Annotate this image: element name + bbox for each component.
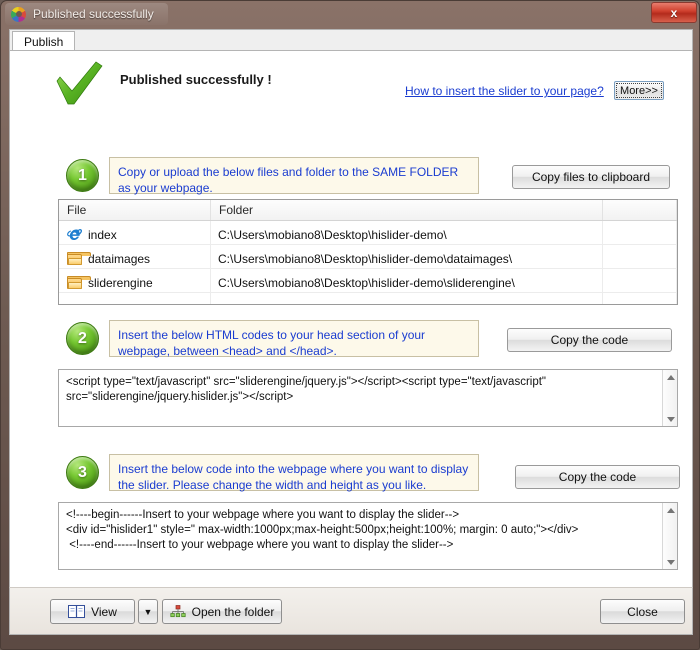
scroll-down-icon[interactable] bbox=[663, 412, 678, 426]
cell-file: dataimages bbox=[59, 245, 211, 268]
cell-extra bbox=[603, 221, 677, 244]
book-icon bbox=[68, 605, 86, 618]
scroll-up-icon[interactable] bbox=[663, 370, 678, 384]
copy-head-code-button[interactable]: Copy the code bbox=[507, 328, 672, 352]
cell-folder: C:\Users\mobiano8\Desktop\hislider-demo\… bbox=[211, 269, 603, 292]
scroll-up-icon[interactable] bbox=[663, 503, 678, 517]
copy-body-code-button[interactable]: Copy the code bbox=[515, 465, 680, 489]
cell-file: sliderengine bbox=[59, 269, 211, 292]
column-header-file: File bbox=[59, 200, 211, 220]
more-button[interactable]: More>> bbox=[614, 81, 664, 100]
window-title: Published successfully bbox=[33, 7, 154, 21]
cell-extra bbox=[603, 293, 677, 304]
folder-icon bbox=[67, 276, 91, 289]
internet-explorer-icon bbox=[67, 229, 82, 241]
body-code-textarea[interactable]: <!----begin------Insert to your webpage … bbox=[58, 502, 678, 570]
head-code-textarea[interactable]: <script type="text/javascript" src="slid… bbox=[58, 369, 678, 427]
cell-folder: C:\Users\mobiano8\Desktop\hislider-demo\ bbox=[211, 221, 603, 244]
head-code-scrollbar[interactable] bbox=[662, 370, 677, 426]
tab-publish[interactable]: Publish bbox=[12, 31, 76, 52]
network-icon bbox=[170, 605, 186, 618]
title-pill: Published successfully bbox=[5, 3, 168, 25]
table-header-row: File Folder bbox=[59, 200, 677, 221]
cell-folder: C:\Users\mobiano8\Desktop\hislider-demo\… bbox=[211, 245, 603, 268]
color-wheel-icon bbox=[11, 6, 26, 22]
cell-extra bbox=[603, 245, 677, 268]
step-note-3: Insert the below code into the webpage w… bbox=[109, 454, 479, 492]
table-row[interactable]: dataimages C:\Users\mobiano8\Desktop\his… bbox=[59, 245, 677, 269]
close-button[interactable]: Close bbox=[600, 599, 685, 624]
title-bar: Published successfully x bbox=[1, 1, 699, 27]
file-name: index bbox=[88, 227, 117, 242]
cell-folder bbox=[211, 293, 603, 304]
table-row-empty bbox=[59, 293, 677, 304]
open-folder-button-label: Open the folder bbox=[191, 604, 275, 619]
column-header-folder: Folder bbox=[211, 200, 603, 220]
file-name: sliderengine bbox=[88, 275, 153, 290]
open-folder-button[interactable]: Open the folder bbox=[162, 599, 282, 624]
step-badge-1: 1 bbox=[66, 159, 99, 192]
tab-strip: Publish bbox=[9, 29, 693, 52]
view-dropdown-button[interactable]: ▼ bbox=[138, 599, 158, 624]
green-check-icon bbox=[56, 61, 103, 105]
cell-extra bbox=[603, 269, 677, 292]
table-row[interactable]: index C:\Users\mobiano8\Desktop\hislider… bbox=[59, 221, 677, 245]
cell-file: index bbox=[59, 221, 211, 244]
step-note-1: Copy or upload the below files and folde… bbox=[109, 157, 479, 195]
footer-bar: View ▼ Open the folder Close bbox=[9, 587, 693, 635]
file-name: dataimages bbox=[88, 251, 151, 266]
scroll-down-icon[interactable] bbox=[663, 555, 678, 569]
dialog-window: Published successfully x Publish Publish… bbox=[0, 0, 700, 650]
step-badge-2: 2 bbox=[66, 322, 99, 355]
copy-files-to-clipboard-button[interactable]: Copy files to clipboard bbox=[512, 165, 670, 189]
step-note-2: Insert the below HTML codes to your head… bbox=[109, 320, 479, 358]
body-code-scrollbar[interactable] bbox=[662, 503, 677, 569]
page-title: Published successfully ! bbox=[120, 72, 272, 87]
column-header-extra bbox=[603, 200, 677, 220]
window-close-button[interactable]: x bbox=[651, 2, 697, 23]
cell-file bbox=[59, 293, 211, 304]
folder-icon bbox=[67, 252, 91, 265]
view-button-label: View bbox=[91, 604, 117, 619]
how-to-insert-link[interactable]: How to insert the slider to your page? bbox=[405, 84, 604, 98]
file-table: File Folder index C:\Users\mobiano8\Desk… bbox=[58, 199, 678, 305]
view-button[interactable]: View bbox=[50, 599, 135, 624]
client-area: Published successfully ! How to insert t… bbox=[9, 50, 693, 632]
table-row[interactable]: sliderengine C:\Users\mobiano8\Desktop\h… bbox=[59, 269, 677, 293]
step-badge-3: 3 bbox=[66, 456, 99, 489]
